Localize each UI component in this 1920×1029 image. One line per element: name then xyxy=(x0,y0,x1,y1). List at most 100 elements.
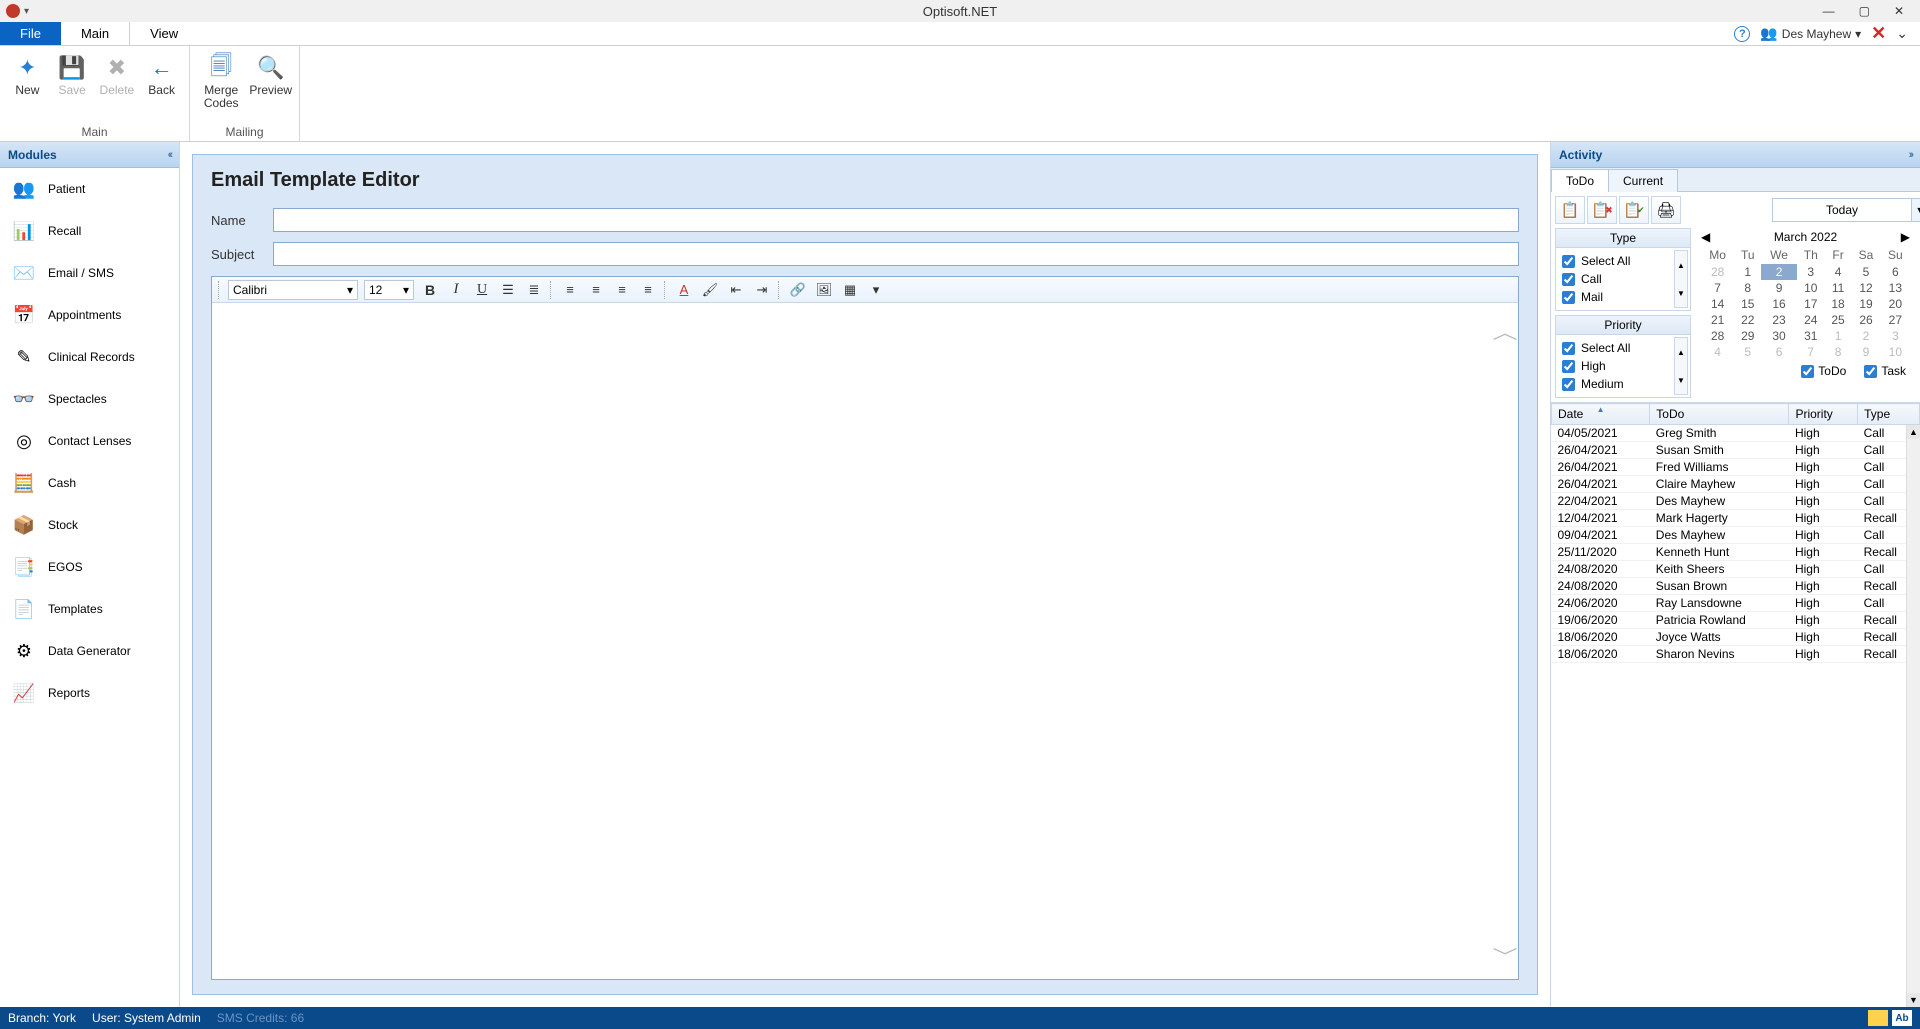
help-icon[interactable]: ? xyxy=(1734,26,1750,42)
grid-row[interactable]: 24/08/2020Keith SheersHighCall xyxy=(1552,561,1920,578)
close-button[interactable]: ✕ xyxy=(1894,4,1904,18)
type-option-mail[interactable]: Mail xyxy=(1560,288,1686,306)
sidebar-item-egos[interactable]: 📑EGOS xyxy=(0,546,179,588)
calendar-day[interactable]: 10 xyxy=(1881,344,1910,360)
grid-header-priority[interactable]: Priority xyxy=(1789,404,1858,425)
today-dropdown[interactable]: ▼ xyxy=(1911,198,1920,222)
calendar-day[interactable]: 25 xyxy=(1825,312,1852,328)
highlight-color-button[interactable]: 🖌 xyxy=(700,280,720,300)
menu-file[interactable]: File xyxy=(0,22,61,45)
number-list-button[interactable]: ≣ xyxy=(524,280,544,300)
calendar-day[interactable]: 18 xyxy=(1825,296,1852,312)
italic-button[interactable]: I xyxy=(446,280,466,300)
calendar-day[interactable]: 9 xyxy=(1851,344,1880,360)
sidebar-item-email-sms[interactable]: ✉️Email / SMS xyxy=(0,252,179,294)
calendar-day[interactable]: 29 xyxy=(1734,328,1761,344)
today-button[interactable]: Today ▼ xyxy=(1772,198,1912,222)
underline-button[interactable]: U xyxy=(472,280,492,300)
calendar-day[interactable]: 5 xyxy=(1734,344,1761,360)
font-size-select[interactable]: 12▾ xyxy=(364,280,414,300)
indent-button[interactable]: ⇥ xyxy=(752,280,772,300)
font-color-button[interactable]: A xyxy=(674,280,694,300)
calendar-day[interactable]: 26 xyxy=(1851,312,1880,328)
sidebar-item-spectacles[interactable]: 👓Spectacles xyxy=(0,378,179,420)
calendar-day[interactable]: 7 xyxy=(1797,344,1825,360)
grid-scrollbar[interactable]: ▲ ▼ xyxy=(1906,425,1920,1007)
maximize-button[interactable]: ▢ xyxy=(1859,4,1870,18)
calendar-day[interactable]: 8 xyxy=(1734,280,1761,296)
calendar-day[interactable]: 22 xyxy=(1734,312,1761,328)
status-indicator-ab[interactable]: Ab xyxy=(1892,1010,1912,1026)
more-dropdown[interactable]: ▾ xyxy=(866,280,886,300)
grid-row[interactable]: 18/06/2020Sharon NevinsHighRecall xyxy=(1552,646,1920,663)
calendar-day[interactable]: 30 xyxy=(1761,328,1796,344)
user-menu[interactable]: 👥 Des Mayhew ▾ xyxy=(1760,25,1861,42)
minimize-button[interactable]: — xyxy=(1823,4,1835,18)
calendar-day[interactable]: 6 xyxy=(1881,264,1910,280)
grid-header-date[interactable]: Date xyxy=(1552,404,1650,425)
insert-image-button[interactable]: 🖼 xyxy=(814,280,834,300)
calendar-day[interactable]: 2 xyxy=(1851,328,1880,344)
clipboard-check-button[interactable]: 📋✔ xyxy=(1619,196,1649,224)
type-option-select-all[interactable]: Select All xyxy=(1560,252,1686,270)
sidebar-item-data-generator[interactable]: ⚙Data Generator xyxy=(0,630,179,672)
priority-scroll-down[interactable]: ▼ xyxy=(1675,366,1687,394)
align-center-button[interactable]: ≡ xyxy=(586,280,606,300)
calendar-day[interactable]: 20 xyxy=(1881,296,1910,312)
ribbon-preview-button[interactable]: 🔍Preview xyxy=(248,50,293,97)
ribbon-delete-button[interactable]: ✖Delete xyxy=(96,50,139,97)
calendar-day[interactable]: 16 xyxy=(1761,296,1796,312)
grid-header-type[interactable]: Type xyxy=(1858,404,1920,425)
checkbox-task[interactable]: Task xyxy=(1864,364,1906,378)
calendar-day[interactable]: 21 xyxy=(1701,312,1734,328)
sidebar-item-reports[interactable]: 📈Reports xyxy=(0,672,179,714)
sidebar-item-appointments[interactable]: 📅Appointments xyxy=(0,294,179,336)
sidebar-item-templates[interactable]: 📄Templates xyxy=(0,588,179,630)
calendar-prev-button[interactable]: ◀ xyxy=(1701,230,1710,244)
calendar-day[interactable]: 4 xyxy=(1825,264,1852,280)
ribbon-save-button[interactable]: 💾Save xyxy=(51,50,94,97)
align-justify-button[interactable]: ≡ xyxy=(638,280,658,300)
rte-textarea[interactable]: ︿ ﹀ xyxy=(212,303,1518,979)
align-left-button[interactable]: ≡ xyxy=(560,280,580,300)
calendar-day[interactable]: 11 xyxy=(1825,280,1852,296)
calendar-day[interactable]: 1 xyxy=(1825,328,1852,344)
insert-link-button[interactable]: 🔗 xyxy=(788,280,808,300)
grid-row[interactable]: 12/04/2021Mark HagertyHighRecall xyxy=(1552,510,1920,527)
sidebar-item-clinical-records[interactable]: ✎Clinical Records xyxy=(0,336,179,378)
bullet-list-button[interactable]: ☰ xyxy=(498,280,518,300)
grid-header-todo[interactable]: ToDo xyxy=(1650,404,1789,425)
scroll-up-button[interactable]: ▲ xyxy=(1907,425,1920,439)
type-option-call[interactable]: Call xyxy=(1560,270,1686,288)
subject-input[interactable] xyxy=(273,242,1519,266)
calendar-day[interactable]: 31 xyxy=(1797,328,1825,344)
sidebar-item-stock[interactable]: 📦Stock xyxy=(0,504,179,546)
type-scroll-up[interactable]: ▲ xyxy=(1675,251,1687,279)
grid-row[interactable]: 25/11/2020Kenneth HuntHighRecall xyxy=(1552,544,1920,561)
priority-option-medium[interactable]: Medium xyxy=(1560,375,1686,393)
print-button[interactable]: 🖨 xyxy=(1651,196,1681,224)
sidebar-item-patient[interactable]: 👥Patient xyxy=(0,168,179,210)
ribbon-back-button[interactable]: ←Back xyxy=(140,50,183,97)
calendar-day[interactable]: 6 xyxy=(1761,344,1796,360)
grid-row[interactable]: 26/04/2021Susan SmithHighCall xyxy=(1552,442,1920,459)
calendar-day[interactable]: 10 xyxy=(1797,280,1825,296)
modules-collapse-button[interactable]: ‹‹ xyxy=(168,149,171,161)
priority-scroll-up[interactable]: ▲ xyxy=(1675,338,1687,366)
grid-row[interactable]: 26/04/2021Claire MayhewHighCall xyxy=(1552,476,1920,493)
calendar-day[interactable]: 15 xyxy=(1734,296,1761,312)
collapse-ribbon-button[interactable]: ⌄ xyxy=(1896,25,1908,42)
grid-row[interactable]: 18/06/2020Joyce WattsHighRecall xyxy=(1552,629,1920,646)
close-tab-button[interactable]: ✕ xyxy=(1871,23,1886,44)
priority-option-select-all[interactable]: Select All xyxy=(1560,339,1686,357)
outdent-button[interactable]: ⇤ xyxy=(726,280,746,300)
sidebar-item-cash[interactable]: 🧮Cash xyxy=(0,462,179,504)
calendar-day[interactable]: 2 xyxy=(1761,264,1796,280)
calendar-day[interactable]: 1 xyxy=(1734,264,1761,280)
name-input[interactable] xyxy=(273,208,1519,232)
grid-row[interactable]: 26/04/2021Fred WilliamsHighCall xyxy=(1552,459,1920,476)
ribbon-merge-codes-button[interactable]: 🗐Merge Codes xyxy=(196,50,246,110)
calendar-day[interactable]: 12 xyxy=(1851,280,1880,296)
type-scroll-down[interactable]: ▼ xyxy=(1675,279,1687,307)
calendar-day[interactable]: 13 xyxy=(1881,280,1910,296)
